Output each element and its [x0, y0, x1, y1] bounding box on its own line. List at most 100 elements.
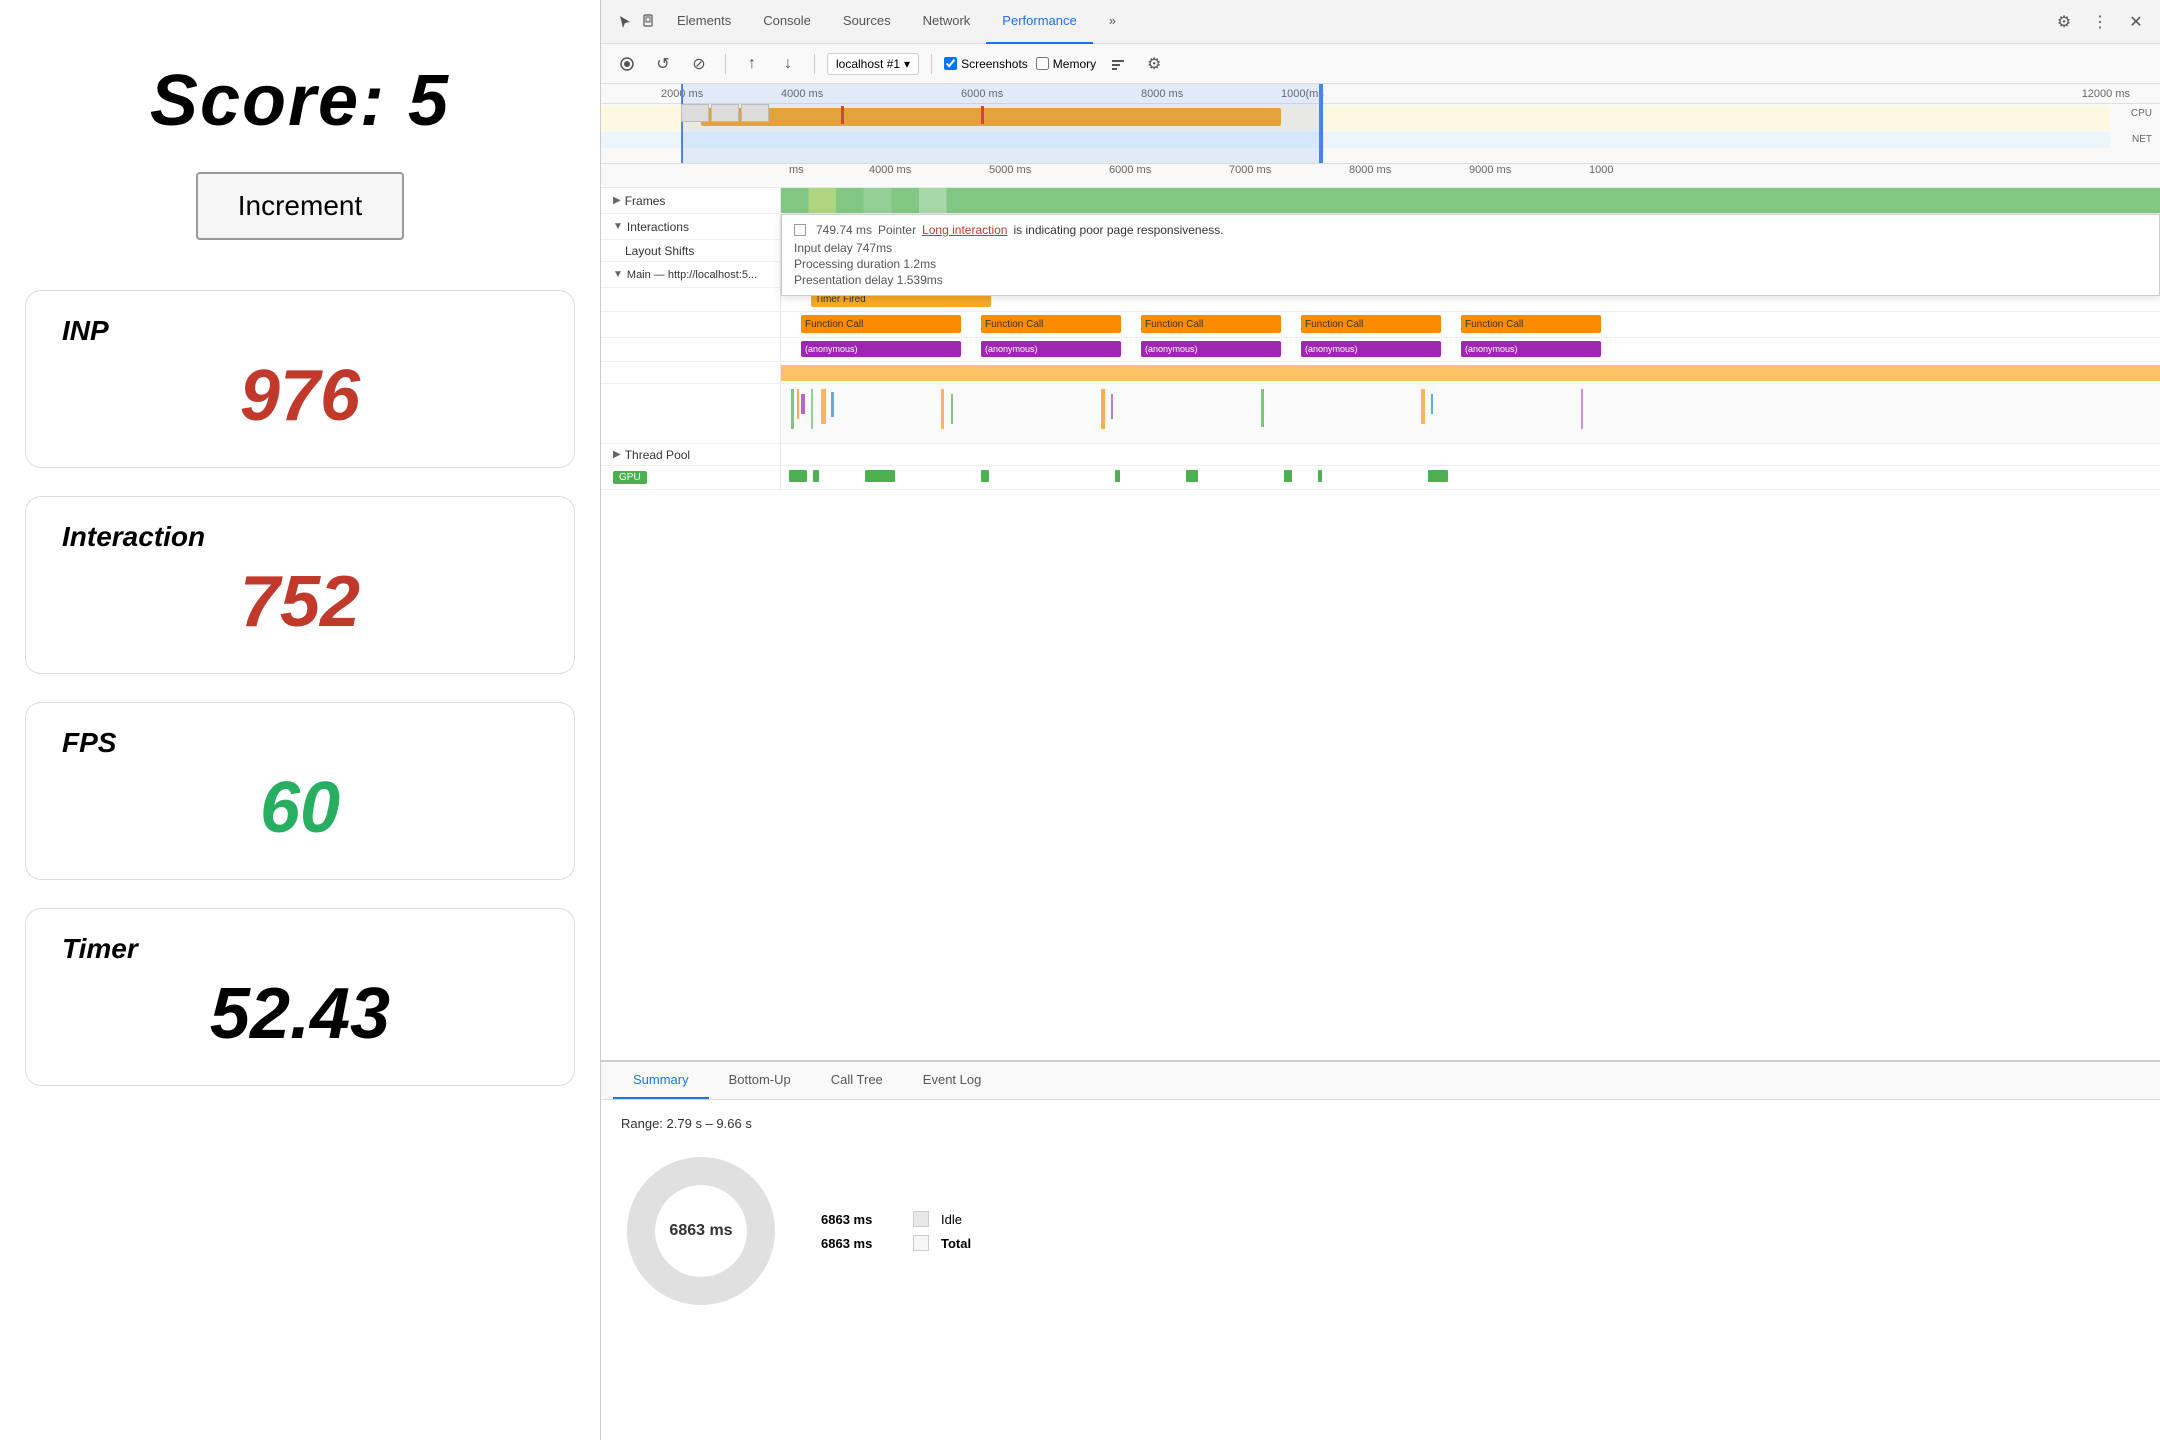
layout-shifts-text: Layout Shifts	[625, 244, 694, 258]
gpu-bars	[781, 470, 2160, 484]
tab-network[interactable]: Network	[907, 0, 987, 44]
thread-pool-label: ▶ Thread Pool	[601, 444, 781, 465]
screenshots-checkbox-group: Screenshots	[944, 57, 1028, 71]
settings-icon[interactable]: ⚙	[2052, 10, 2076, 34]
timeline-overview[interactable]: 2000 ms 4000 ms 6000 ms 8000 ms 1000(ms …	[601, 84, 2160, 164]
tooltip-type: Pointer	[878, 223, 916, 237]
legend-total-value: 6863 ms	[821, 1236, 901, 1251]
devtools-panel: Elements Console Sources Network Perform…	[600, 0, 2160, 1440]
devtools-device-icon[interactable]	[637, 10, 661, 34]
flame-bar	[1421, 389, 1425, 424]
tooltip-processing: Processing duration 1.2ms	[794, 257, 2147, 271]
tab-elements[interactable]: Elements	[661, 0, 747, 44]
target-select[interactable]: localhost #1 ▾	[827, 53, 919, 75]
flame-bar	[811, 389, 813, 429]
tab-console[interactable]: Console	[747, 0, 827, 44]
legend-idle-value: 6863 ms	[821, 1212, 901, 1227]
devtools-cursor-icon[interactable]	[613, 10, 637, 34]
tooltip-presentation: Presentation delay 1.539ms	[794, 273, 2147, 287]
inp-card: INP 976	[25, 290, 575, 468]
donut-chart: 6863 ms	[621, 1151, 781, 1311]
screenshots-checkbox[interactable]	[944, 57, 957, 70]
tab-summary[interactable]: Summary	[613, 1062, 709, 1099]
gpu-bar	[1284, 470, 1292, 482]
fps-card: FPS 60	[25, 702, 575, 880]
increment-button[interactable]: Increment	[196, 172, 405, 240]
func-call-5: Function Call	[1461, 315, 1601, 333]
mark-ms: ms	[789, 164, 804, 176]
func-call-3: Function Call	[1141, 315, 1281, 333]
mark-8000: 8000 ms	[1349, 164, 1391, 176]
func-call-2: Function Call	[981, 315, 1121, 333]
tooltip-header: 749.74 ms Pointer Long interaction is in…	[794, 223, 2147, 237]
tab-sources[interactable]: Sources	[827, 0, 907, 44]
separator	[725, 54, 726, 74]
tab-event-log[interactable]: Event Log	[903, 1062, 1002, 1099]
flame-bar	[801, 394, 805, 414]
interactions-text: Interactions	[627, 220, 689, 234]
screenshot-thumb	[681, 104, 709, 122]
anon-2: (anonymous)	[981, 341, 1121, 357]
flame-bar	[941, 389, 944, 429]
gpu-bar	[1428, 470, 1448, 482]
close-icon[interactable]: ✕	[2124, 10, 2148, 34]
gpu-bar	[1186, 470, 1198, 482]
tooltip-link[interactable]: Long interaction	[922, 223, 1007, 237]
timer-value: 52.43	[62, 973, 538, 1055]
tab-call-tree[interactable]: Call Tree	[811, 1062, 903, 1099]
frames-text: Frames	[625, 194, 666, 208]
clear-button[interactable]: ⊘	[685, 50, 713, 78]
thread-pool-content	[781, 444, 2160, 465]
mark-6000: 6000 ms	[1109, 164, 1151, 176]
gpu-bar	[981, 470, 989, 482]
tooltip-time: 749.74 ms	[816, 223, 872, 237]
interactions-label: ▼ Interactions	[601, 214, 781, 239]
target-label: localhost #1	[836, 57, 900, 71]
network-throttle-icon[interactable]	[1104, 50, 1132, 78]
flame-bar	[831, 392, 834, 417]
record-button[interactable]	[613, 50, 641, 78]
tab-more[interactable]: »	[1093, 0, 1132, 44]
score-title: Score: 5	[150, 60, 450, 142]
yellow-bar-content-1	[781, 362, 2160, 383]
flame-bar	[1261, 389, 1264, 427]
mark-5000: 5000 ms	[989, 164, 1031, 176]
screenshots-label: Screenshots	[961, 57, 1028, 71]
more-options-icon[interactable]: ⋮	[2088, 10, 2112, 34]
screenshots-row	[681, 104, 2160, 124]
legend-idle-color	[913, 1211, 929, 1227]
separator3	[931, 54, 932, 74]
screenshot-thumb	[741, 104, 769, 122]
mark-4000: 4000 ms	[869, 164, 911, 176]
devtools-toolbar: ↺ ⊘ ↑ ↓ localhost #1 ▾ Screenshots Memor…	[601, 44, 2160, 84]
legend-items: 6863 ms Idle 6863 ms Total	[821, 1211, 971, 1251]
net-label: NET	[2132, 134, 2152, 145]
anonymous-label-col	[601, 338, 781, 361]
frames-row: ▶ Frames	[601, 188, 2160, 214]
fps-label: FPS	[62, 727, 538, 759]
tooltip-checkbox-icon	[794, 224, 806, 236]
left-panel: Score: 5 Increment INP 976 Interaction 7…	[0, 0, 600, 1440]
mark-9000: 9000 ms	[1469, 164, 1511, 176]
upload-button[interactable]: ↑	[738, 50, 766, 78]
bottom-section: Summary Bottom-Up Call Tree Event Log Ra…	[601, 1060, 2160, 1440]
timeline-main[interactable]: ms 4000 ms 5000 ms 6000 ms 7000 ms 8000 …	[601, 164, 2160, 1060]
reload-button[interactable]: ↺	[649, 50, 677, 78]
anon-1: (anonymous)	[801, 341, 961, 357]
anon-3: (anonymous)	[1141, 341, 1281, 357]
download-button[interactable]: ↓	[774, 50, 802, 78]
settings-perf-icon[interactable]: ⚙	[1140, 50, 1168, 78]
interactions-section: ▼ Interactions 749.74 ms Pointer Long in…	[601, 214, 2160, 240]
gpu-content	[781, 466, 2160, 489]
yellow-bar-label-1	[601, 362, 781, 383]
gpu-bar	[1115, 470, 1120, 482]
interactions-arrow: ▼	[613, 221, 623, 232]
flame-bar	[797, 389, 799, 419]
timer-fired-label-col	[601, 288, 781, 311]
gpu-bar	[1318, 470, 1322, 482]
interaction-value: 752	[62, 561, 538, 643]
timer-card: Timer 52.43	[25, 908, 575, 1086]
tab-bottom-up[interactable]: Bottom-Up	[709, 1062, 811, 1099]
tab-performance[interactable]: Performance	[986, 0, 1092, 44]
memory-checkbox[interactable]	[1036, 57, 1049, 70]
